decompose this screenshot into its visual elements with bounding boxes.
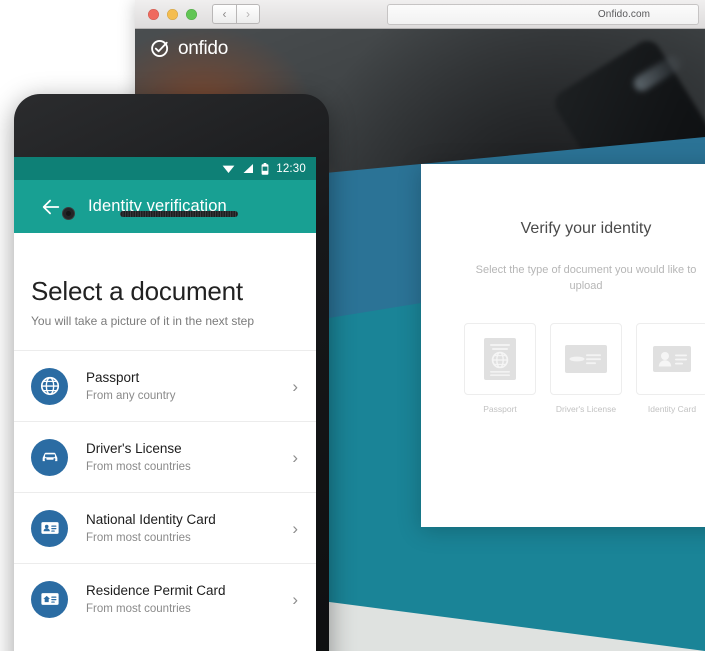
android-status-bar: 12:30: [14, 157, 316, 180]
document-type-list: Passport From any country › Driver's Lic…: [14, 350, 316, 634]
verify-identity-modal: Verify your identity Select the type of …: [421, 164, 705, 527]
list-item-title: Passport: [86, 370, 140, 386]
list-item-title: National Identity Card: [86, 512, 216, 528]
page-subtitle: You will take a picture of it in the nex…: [31, 314, 255, 328]
document-card-passport-box[interactable]: [464, 322, 536, 395]
android-app-bar: Identity verification: [14, 180, 316, 233]
identity-card-icon: [653, 345, 691, 372]
list-item-description: From any country: [86, 389, 176, 402]
battery-icon: [261, 162, 269, 175]
onfido-check-circle-icon: [151, 40, 169, 57]
address-bar[interactable]: Onfido.com: [387, 4, 699, 25]
address-bar-url: Onfido.com: [597, 9, 651, 20]
residence-permit-card-text: Residence Permit Card From most countrie…: [86, 583, 292, 615]
list-item-title: Residence Permit Card: [86, 583, 226, 599]
chevron-right-icon[interactable]: ›: [292, 591, 302, 608]
document-type-cards: Passport Driver's License Identity Card: [421, 322, 705, 414]
list-item-residence-permit-card[interactable]: Residence Permit Card From most countrie…: [14, 563, 316, 634]
drivers-license-card-icon: [565, 344, 607, 373]
document-card-identity-card-box[interactable]: [636, 322, 705, 395]
passport-avatar: [31, 367, 68, 405]
cell-signal-icon: [243, 164, 254, 173]
document-card-drivers-license-box[interactable]: [550, 322, 622, 395]
national-identity-card-avatar: [31, 509, 68, 547]
passport-text: Passport From any country: [86, 370, 292, 402]
house-card-icon: [40, 593, 59, 605]
globe-icon: [40, 376, 59, 396]
browser-chrome: ‹ › Onfido.com: [135, 0, 705, 29]
list-item-national-identity-card[interactable]: National Identity Card From most countri…: [14, 492, 316, 563]
select-document-screen: Select a document You will take a pictur…: [14, 233, 316, 651]
chevron-right-icon: ›: [246, 7, 250, 21]
document-card-drivers-license-label: Driver's License: [555, 403, 617, 414]
phone-front-camera-icon: [62, 207, 75, 220]
close-window-button[interactable]: [148, 9, 159, 20]
status-bar-clock: 12:30: [276, 162, 306, 175]
list-item-description: From most countries: [86, 602, 191, 615]
list-item-drivers-license[interactable]: Driver's License From most countries ›: [14, 421, 316, 492]
list-item-passport[interactable]: Passport From any country ›: [14, 350, 316, 421]
drivers-license-avatar: [31, 438, 68, 476]
zoom-window-button[interactable]: [186, 9, 197, 20]
forward-button[interactable]: ›: [236, 4, 260, 24]
list-item-title: Driver's License: [86, 441, 182, 457]
wifi-icon: [222, 165, 235, 173]
chevron-right-icon[interactable]: ›: [292, 520, 302, 537]
document-card-drivers-license[interactable]: Driver's License: [550, 322, 622, 414]
chevron-right-icon[interactable]: ›: [292, 449, 302, 466]
id-card-icon: [40, 522, 59, 534]
modal-title: Verify your identity: [520, 220, 652, 237]
passport-booklet-icon: [484, 337, 516, 380]
residence-permit-card-avatar: [31, 580, 68, 618]
drivers-license-text: Driver's License From most countries: [86, 441, 292, 473]
onfido-logo-text: onfido: [178, 38, 228, 59]
minimize-window-button[interactable]: [167, 9, 178, 20]
window-traffic-lights[interactable]: [148, 9, 197, 20]
chevron-left-icon: ‹: [222, 7, 227, 21]
chevron-right-icon[interactable]: ›: [292, 378, 302, 395]
document-card-passport-label: Passport: [483, 403, 517, 414]
screenshot-stage: ‹ › Onfido.com onfido Verify your identi…: [0, 0, 705, 651]
page-title: Select a document: [31, 276, 243, 306]
android-phone-mockup: 12:30 Identity verification Select a doc…: [14, 94, 329, 651]
phone-earpiece-speaker: [120, 211, 238, 217]
arrow-left-icon[interactable]: [40, 196, 62, 218]
document-card-identity-card[interactable]: Identity Card: [636, 322, 705, 414]
document-card-passport[interactable]: Passport: [464, 322, 536, 414]
list-item-description: From most countries: [86, 460, 191, 473]
car-icon: [42, 452, 57, 462]
document-card-identity-card-label: Identity Card: [647, 403, 697, 414]
modal-subtitle: Select the type of document you would li…: [475, 264, 697, 292]
back-button[interactable]: ‹: [212, 4, 236, 24]
list-item-description: From most countries: [86, 531, 191, 544]
browser-nav-buttons[interactable]: ‹ ›: [212, 4, 260, 24]
phone-screen: 12:30 Identity verification Select a doc…: [14, 157, 316, 651]
national-identity-card-text: National Identity Card From most countri…: [86, 512, 292, 544]
onfido-logo[interactable]: onfido: [150, 38, 228, 59]
